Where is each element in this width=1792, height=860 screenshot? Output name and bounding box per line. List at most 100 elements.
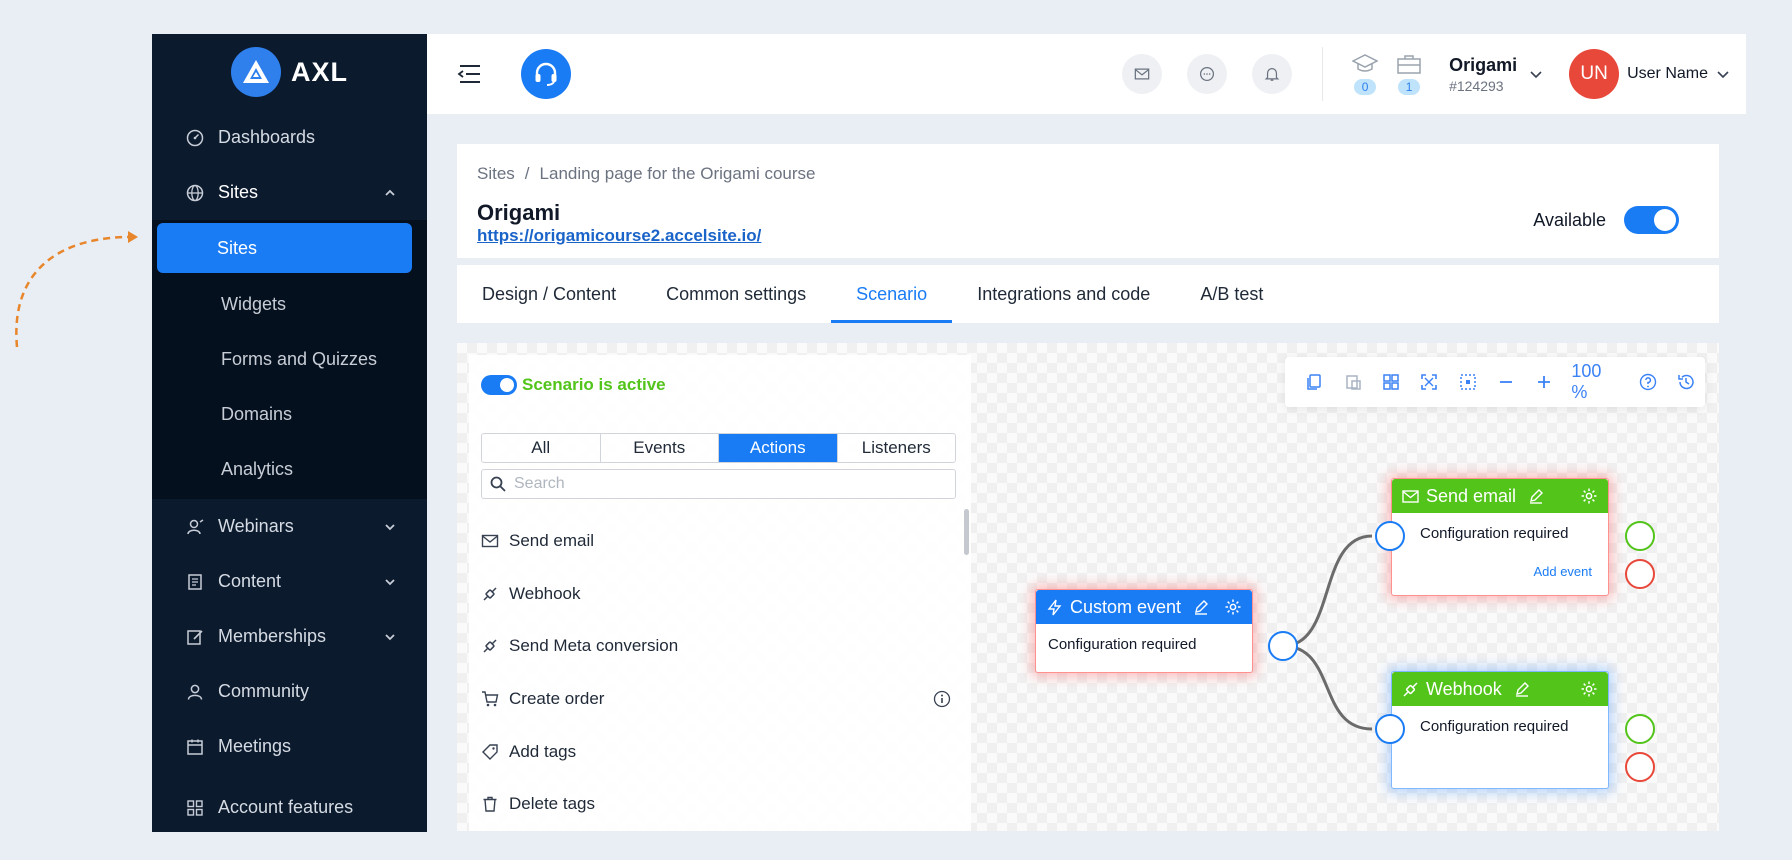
edit-icon[interactable] [1514, 681, 1530, 697]
list-item-delete-tags[interactable]: Delete tags [481, 778, 951, 831]
send-email-success-port[interactable] [1625, 521, 1655, 551]
add-event-link[interactable]: Add event [1533, 564, 1592, 579]
site-url-link[interactable]: https://origamicourse2.accelsite.io/ [477, 226, 761, 246]
products-stat[interactable]: 1 [1396, 53, 1422, 95]
webhook-icon [1402, 681, 1419, 698]
account-name: Origami [1449, 54, 1518, 75]
graduation-cap-icon [1352, 53, 1379, 75]
list-item-create-order[interactable]: Create order [481, 673, 951, 726]
list-item-add-tags[interactable]: Add tags [481, 725, 951, 778]
courses-stat[interactable]: 0 [1352, 53, 1379, 95]
logo[interactable]: AXL [152, 34, 427, 110]
webhook-icon [481, 637, 499, 655]
info-icon[interactable] [933, 690, 951, 708]
edit-icon[interactable] [1528, 488, 1544, 504]
tab-ab-test[interactable]: A/B test [1175, 265, 1288, 323]
scenario-canvas[interactable]: Scenario is active All Events Actions Li… [457, 343, 1719, 831]
subnav-item-sites[interactable]: Sites [157, 223, 412, 273]
header-right: 0 1 Origami #124293 UN User Name [1097, 34, 1746, 114]
user-menu[interactable]: User Name [1627, 65, 1730, 83]
tab-design-content[interactable]: Design / Content [457, 265, 641, 323]
actions-panel: Scenario is active All Events Actions Li… [469, 355, 971, 831]
node-title: Custom event [1070, 596, 1182, 617]
subnav-item-forms[interactable]: Forms and Quizzes [156, 332, 423, 387]
node-send-email[interactable]: Send email Configuration required Add ev… [1391, 478, 1609, 596]
webhook-success-port[interactable] [1625, 714, 1655, 744]
sidebar-item-dashboards[interactable]: Dashboards [152, 110, 427, 165]
scrollbar[interactable] [964, 509, 969, 555]
header-divider [1322, 47, 1324, 101]
filter-events[interactable]: Events [601, 434, 719, 462]
chat-button[interactable] [1187, 54, 1228, 94]
select-area-icon[interactable] [1448, 362, 1486, 402]
breadcrumb-item-current: Landing page for the Origami course [539, 164, 816, 183]
tab-common-settings[interactable]: Common settings [641, 265, 831, 323]
mail-button[interactable] [1122, 54, 1163, 94]
content-icon [186, 573, 204, 591]
avatar[interactable]: UN [1569, 49, 1620, 99]
fit-screen-icon[interactable] [1410, 362, 1448, 402]
node-header: Webhook [1392, 672, 1608, 706]
chevron-down-icon [1529, 67, 1543, 81]
sidebar-item-webinars[interactable]: Webinars [152, 499, 427, 554]
gear-icon[interactable] [1580, 680, 1598, 698]
paste-icon[interactable] [1333, 362, 1371, 402]
filter-segmented-control: All Events Actions Listeners [481, 433, 956, 463]
send-email-input-port[interactable] [1375, 521, 1405, 551]
list-item-label: Send Meta conversion [509, 636, 679, 656]
breadcrumb-item-sites[interactable]: Sites [477, 164, 515, 183]
account-id: #124293 [1449, 77, 1504, 94]
sidebar-item-content[interactable]: Content [152, 554, 427, 609]
globe-icon [186, 184, 204, 202]
sidebar-item-account-features[interactable]: Account features [152, 780, 427, 835]
node-header: Send email [1392, 479, 1608, 513]
sidebar-item-meetings[interactable]: Meetings [152, 719, 427, 774]
sidebar-item-memberships[interactable]: Memberships [152, 609, 427, 664]
webhook-input-port[interactable] [1375, 714, 1405, 744]
zoom-in-icon[interactable] [1525, 362, 1563, 402]
help-icon[interactable] [1628, 362, 1666, 402]
list-item-send-meta-conversion[interactable]: Send Meta conversion [481, 620, 951, 673]
sidebar-item-sites[interactable]: Sites [152, 165, 427, 220]
custom-event-output-port[interactable] [1268, 631, 1298, 661]
zoom-out-icon[interactable] [1487, 362, 1525, 402]
arrange-grid-icon[interactable] [1372, 362, 1410, 402]
subnav-item-widgets[interactable]: Widgets [156, 277, 423, 332]
node-header: Custom event [1036, 590, 1252, 624]
gear-icon[interactable] [1224, 598, 1242, 616]
sidebar: AXL Dashboards Sites Sites Widgets Forms… [152, 34, 427, 832]
node-custom-event[interactable]: Custom event Configuration required [1035, 589, 1253, 673]
mail-icon [1134, 68, 1150, 80]
tab-integrations[interactable]: Integrations and code [952, 265, 1175, 323]
trash-icon [481, 795, 499, 813]
node-body: Configuration required [1420, 525, 1569, 542]
scenario-active-toggle[interactable] [481, 375, 517, 395]
gear-icon[interactable] [1580, 487, 1598, 505]
subnav-item-domains[interactable]: Domains [156, 387, 423, 442]
webhook-error-port[interactable] [1625, 752, 1655, 782]
support-headset-icon[interactable] [521, 49, 571, 99]
copy-icon[interactable] [1295, 362, 1333, 402]
edit-icon[interactable] [1193, 599, 1209, 615]
filter-actions[interactable]: Actions [719, 434, 838, 462]
history-icon[interactable] [1667, 362, 1705, 402]
search-input[interactable] [514, 475, 934, 493]
account-switcher[interactable]: Origami #124293 [1449, 55, 1543, 94]
sidebar-item-label: Meetings [218, 736, 292, 756]
sites-subnav: Sites Widgets Forms and Quizzes Domains … [152, 220, 427, 499]
filter-all[interactable]: All [482, 434, 601, 462]
webhook-icon [481, 585, 499, 603]
tab-scenario[interactable]: Scenario [831, 265, 953, 323]
node-webhook[interactable]: Webhook Configuration required [1391, 671, 1609, 789]
send-email-error-port[interactable] [1625, 559, 1655, 589]
filter-listeners[interactable]: Listeners [838, 434, 956, 462]
sidebar-item-label: Content [218, 571, 282, 591]
available-toggle[interactable] [1624, 206, 1679, 234]
menu-collapse-icon[interactable] [457, 63, 483, 85]
list-item-send-email[interactable]: Send email [481, 515, 951, 568]
subnav-item-analytics[interactable]: Analytics [156, 442, 423, 497]
node-title: Send email [1426, 485, 1517, 506]
sidebar-item-community[interactable]: Community [152, 664, 427, 719]
notifications-button[interactable] [1252, 54, 1293, 94]
list-item-webhook[interactable]: Webhook [481, 568, 951, 621]
